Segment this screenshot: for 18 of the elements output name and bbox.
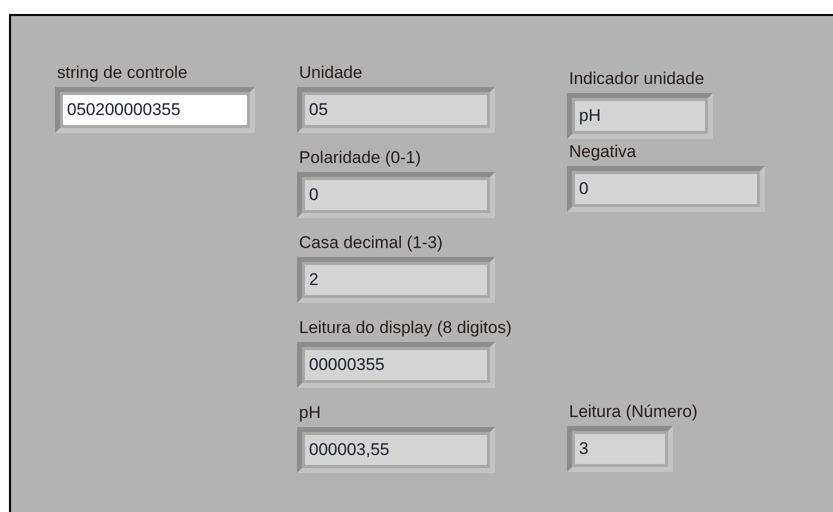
indicator-field: 3 xyxy=(567,426,673,472)
indicator-field: 2 xyxy=(297,257,495,303)
field-label: string de controle xyxy=(57,62,188,84)
field-label: Leitura do display (8 digitos) xyxy=(299,317,513,339)
indicator-field: 0 xyxy=(297,172,495,218)
indicator-field: 00000355 xyxy=(297,342,495,388)
indicator-field: 0 xyxy=(567,166,765,212)
field-label: Polaridade (0-1) xyxy=(299,147,422,169)
indicator-field: 05 xyxy=(297,87,495,133)
indicator-field: 000003,55 xyxy=(297,427,495,473)
field-label: Casa decimal (1-3) xyxy=(299,232,444,254)
field-label: Unidade xyxy=(299,62,364,84)
field-label: pH xyxy=(299,402,322,424)
field-label: Indicador unidade xyxy=(569,68,706,90)
indicator-field: pH xyxy=(567,93,713,139)
field-label: Negativa xyxy=(569,141,638,163)
input-field[interactable]: 050200000355 xyxy=(55,87,255,133)
field-label: Leitura (Número) xyxy=(569,401,698,423)
